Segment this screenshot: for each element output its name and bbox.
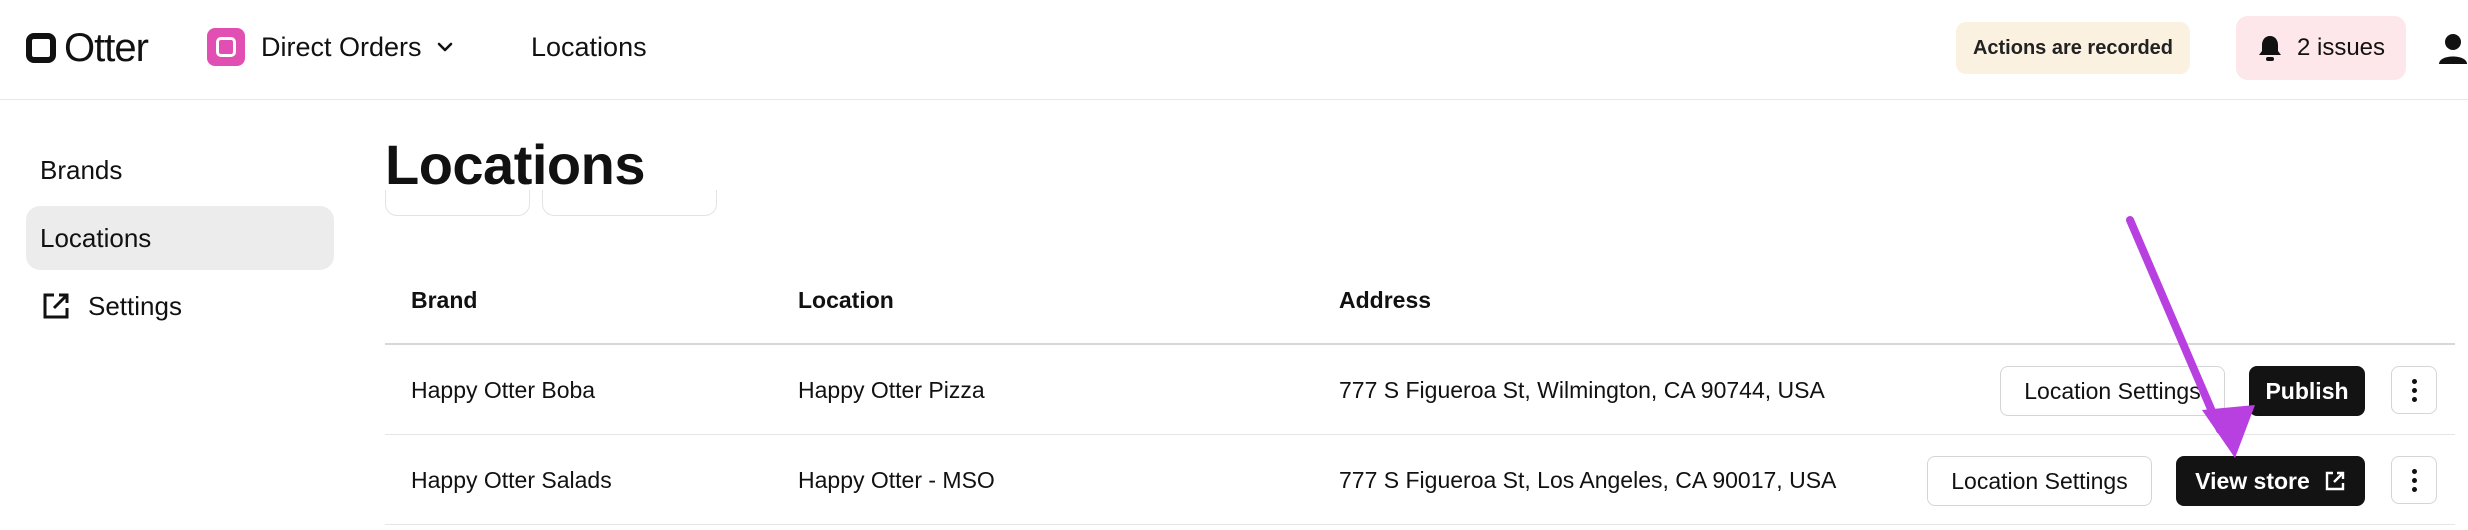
location-settings-button[interactable]: Location Settings (1927, 456, 2152, 506)
view-store-button[interactable]: View store (2176, 456, 2365, 506)
brand-cell: Happy Otter Boba (411, 377, 596, 403)
bell-icon (2258, 36, 2281, 61)
column-header-brand: Brand (411, 287, 478, 313)
external-link-icon (43, 293, 69, 319)
view-store-label: View store (2195, 467, 2310, 494)
sidebar-item-locations[interactable]: Locations (26, 206, 334, 270)
column-header-location: Location (798, 287, 894, 313)
direct-orders-app-icon (207, 28, 245, 66)
sidebar-item-brands[interactable]: Brands (26, 138, 334, 202)
address-cell: 777 S Figueroa St, Wilmington, CA 90744,… (1339, 377, 1825, 403)
table-header: Brand Location Address (385, 275, 2455, 345)
publish-button[interactable]: Publish (2249, 366, 2365, 416)
user-avatar-icon[interactable] (2438, 32, 2468, 66)
more-vertical-icon (2411, 467, 2417, 494)
app-switcher[interactable]: Direct Orders (207, 28, 454, 66)
app-switcher-label: Direct Orders (261, 31, 422, 62)
more-options-button[interactable] (2391, 456, 2437, 504)
address-cell: 777 S Figueroa St, Los Angeles, CA 90017… (1339, 467, 1837, 493)
table-row: Happy Otter Salads Happy Otter - MSO 777… (385, 435, 2455, 525)
top-header: Otter Direct Orders Locations Actions ar… (0, 0, 2468, 100)
more-options-button[interactable] (2391, 366, 2437, 414)
location-cell: Happy Otter Pizza (798, 377, 985, 403)
brand-cell: Happy Otter Salads (411, 467, 612, 493)
sidebar-item-label: Locations (40, 222, 152, 253)
otter-logo-mark-icon (26, 33, 56, 63)
otter-logo[interactable]: Otter (26, 26, 149, 70)
actions-recorded-badge: Actions are recorded (1956, 22, 2190, 74)
location-settings-button[interactable]: Location Settings (2000, 366, 2225, 416)
filter-button[interactable] (385, 190, 530, 216)
table-row: Happy Otter Boba Happy Otter Pizza 777 S… (385, 345, 2455, 435)
sidebar-item-settings[interactable]: Settings (26, 274, 334, 338)
location-cell: Happy Otter - MSO (798, 467, 995, 493)
breadcrumb-current: Locations (531, 32, 647, 62)
otter-logo-text: Otter (64, 26, 149, 70)
sidebar-item-label: Brands (40, 154, 123, 185)
page-title: Locations (385, 133, 645, 196)
issues-count-label: 2 issues (2296, 34, 2386, 61)
more-vertical-icon (2411, 377, 2417, 404)
chevron-down-icon (437, 42, 452, 52)
column-header-address: Address (1339, 287, 1432, 313)
issues-button[interactable]: 2 issues (2236, 16, 2406, 80)
sidebar-item-label: Settings (88, 290, 182, 321)
filter-button[interactable] (542, 190, 717, 216)
external-link-icon (2325, 471, 2345, 491)
